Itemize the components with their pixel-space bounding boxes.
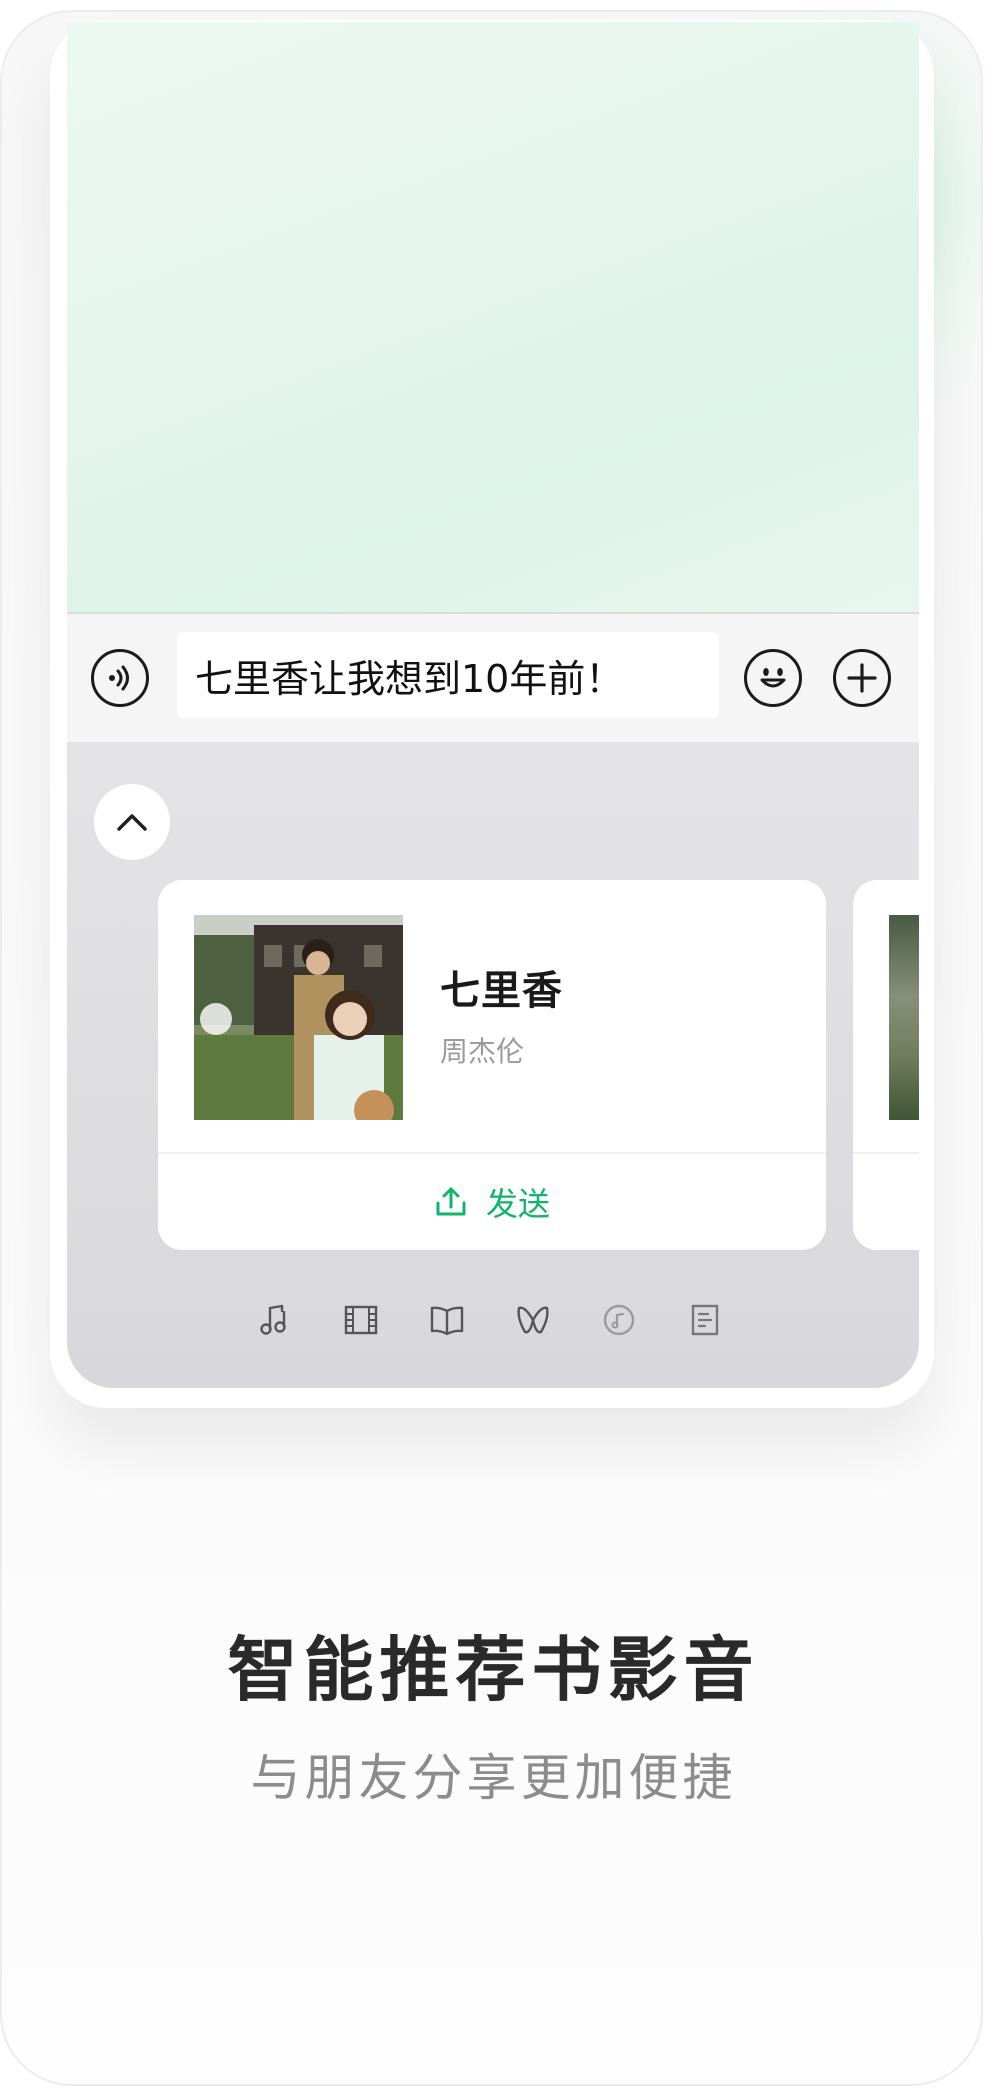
plus-icon (847, 663, 877, 693)
chevron-up-icon (117, 814, 147, 831)
butterfly-icon (517, 1306, 549, 1334)
music-icon (260, 1304, 286, 1335)
tab-channels[interactable] (513, 1300, 553, 1340)
feature-headline: 智能推荐书影音 (227, 1629, 760, 1711)
tab-vinyl[interactable] (599, 1300, 639, 1340)
voice-button[interactable] (91, 649, 149, 707)
category-tabs (67, 1290, 919, 1350)
song-title: 七里香 (440, 968, 563, 1014)
phone-screen: 七里香让我想到10年前！ 七里香 周杰伦 发送 (67, 22, 919, 1388)
song-artist: 周杰伦 (440, 1035, 525, 1068)
next-card-divider (853, 1152, 919, 1154)
collapse-button[interactable] (94, 784, 170, 860)
vinyl-icon (603, 1304, 635, 1336)
send-label: 发送 (485, 1185, 550, 1223)
input-bar: 七里香让我想到10年前！ (67, 614, 919, 742)
tab-music[interactable] (254, 1300, 294, 1340)
document-icon (691, 1304, 719, 1336)
chat-area (67, 22, 919, 614)
promo-card: 七里香让我想到10年前！ 七里香 周杰伦 发送 智能推荐书影音 与朋友分享更加便… (0, 10, 983, 2086)
share-upload-icon (436, 1187, 466, 1216)
recommendation-panel: 七里香 周杰伦 发送 (67, 742, 919, 1388)
feature-subline: 与朋友分享更加便捷 (250, 1749, 737, 1807)
song-card[interactable]: 七里香 周杰伦 发送 (158, 880, 826, 1250)
album-cover-art (194, 915, 403, 1120)
tab-film[interactable] (341, 1300, 381, 1340)
next-card[interactable] (853, 880, 919, 1250)
send-button[interactable]: 发送 (158, 1154, 826, 1250)
album-cover (194, 915, 403, 1120)
film-icon (344, 1305, 378, 1335)
next-card-cover (889, 915, 919, 1120)
plus-button[interactable] (833, 649, 891, 707)
tab-book[interactable] (427, 1300, 467, 1340)
book-icon (430, 1306, 464, 1336)
emoji-button[interactable] (744, 649, 802, 707)
voice-icon (109, 665, 129, 691)
message-input[interactable]: 七里香让我想到10年前！ (177, 632, 719, 718)
tab-article[interactable] (685, 1300, 725, 1340)
emoji-icon (760, 668, 786, 688)
